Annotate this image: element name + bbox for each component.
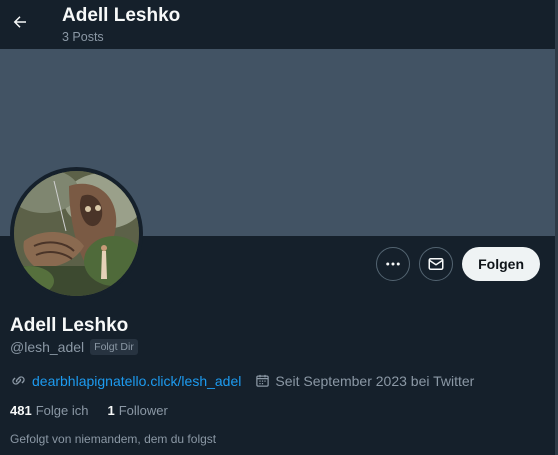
message-button[interactable] — [419, 247, 454, 281]
calendar-icon — [256, 374, 270, 387]
profile-header: Adell Leshko 3 Posts — [0, 0, 558, 49]
following-count: 481 — [10, 403, 32, 418]
joined-item: Seit September 2023 bei Twitter — [255, 373, 474, 389]
followers-count: 1 — [107, 403, 115, 418]
avatar-picture — [14, 171, 139, 296]
follows-you-badge: Folgt Dir — [90, 339, 138, 355]
following-label: Folge ich — [35, 403, 89, 418]
followers-label: Follower — [118, 403, 168, 418]
website-item[interactable]: dearbhlapignatello.click/lesh_adel — [10, 372, 241, 389]
envelope-icon — [428, 258, 444, 270]
following-stat[interactable]: 481 Folge ich — [10, 403, 88, 418]
arrow-left-icon — [13, 16, 26, 28]
header-title: Adell Leshko — [62, 5, 181, 26]
followed-by-note: Gefolgt von niemandem, dem du folgst — [10, 432, 217, 446]
avatar[interactable] — [10, 167, 143, 300]
avatar-image — [14, 171, 139, 296]
handle-row: @lesh_adel Folgt Dir — [10, 339, 138, 355]
joined-date: Seit September 2023 bei Twitter — [275, 372, 475, 389]
profile-actions: Folgen — [376, 247, 540, 281]
header-text: Adell Leshko 3 Posts — [62, 4, 180, 44]
website-link[interactable]: dearbhlapignatello.click/lesh_adel — [32, 373, 241, 389]
post-count: 3 Posts — [62, 30, 104, 44]
profile-name: Adell Leshko — [10, 315, 129, 336]
more-button[interactable] — [376, 247, 411, 281]
followers-stat[interactable]: 1 Follower — [107, 403, 167, 418]
profile-meta: dearbhlapignatello.click/lesh_adel Seit … — [10, 372, 474, 389]
profile-handle: @lesh_adel — [10, 339, 85, 355]
link-icon — [12, 376, 25, 385]
follow-button[interactable]: Folgen — [462, 247, 540, 281]
follow-stats: 481 Folge ich 1 Follower — [10, 403, 168, 418]
back-button[interactable] — [4, 6, 36, 38]
more-icon — [386, 262, 400, 266]
